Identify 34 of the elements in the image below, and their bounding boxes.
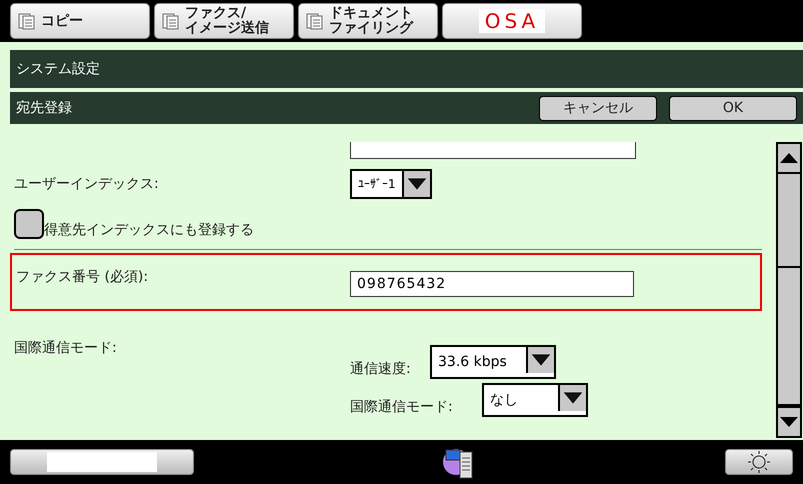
caret-icon[interactable] <box>402 171 430 197</box>
scroll-down-button[interactable] <box>776 406 802 438</box>
input-field[interactable] <box>350 142 636 159</box>
status-button[interactable] <box>10 449 194 475</box>
osa-tab[interactable]: OSA <box>442 3 582 39</box>
mode-select[interactable]: なし <box>482 383 588 417</box>
up-arrow-icon <box>780 153 798 163</box>
field-label: 通信速度: <box>350 360 412 378</box>
title: システム設定 <box>16 60 100 78</box>
documents-icon <box>161 11 181 31</box>
brightness-button[interactable] <box>725 449 793 475</box>
app-tab[interactable]: ファクス/ イメージ送信 <box>154 3 294 39</box>
subtitle: 宛先登録 <box>16 99 73 117</box>
field-label: 国際通信モード: <box>13 339 118 357</box>
scroll-thumb[interactable] <box>778 266 800 406</box>
app-tab[interactable]: コピー <box>10 3 150 39</box>
documents-icon <box>305 11 325 31</box>
field-label: 国際通信モード: <box>350 398 454 416</box>
speed-select[interactable]: 33.6 kbps <box>430 345 556 379</box>
field-label: ファクス番号 (必須): <box>15 268 150 286</box>
app-tab[interactable]: ドキュメント ファイリング <box>298 3 438 39</box>
field-label: ユーザーインデックス: <box>13 175 160 193</box>
user-index-select[interactable]: ﾕｰｻﾞｰ1 <box>350 169 432 199</box>
caret-icon[interactable] <box>526 347 554 373</box>
scroll-up-button[interactable] <box>776 142 802 174</box>
ok-button[interactable]: OK <box>669 96 797 120</box>
documents-icon <box>17 11 37 31</box>
checkbox[interactable] <box>14 209 44 239</box>
fax-number-field[interactable]: 098765432 <box>350 271 634 297</box>
down-arrow-icon <box>780 417 798 427</box>
sun-icon <box>748 451 770 473</box>
checkbox-label: 得意先インデックスにも登録する <box>44 221 254 239</box>
cancel-button[interactable]: キャンセル <box>539 96 657 120</box>
caret-icon[interactable] <box>558 385 586 411</box>
